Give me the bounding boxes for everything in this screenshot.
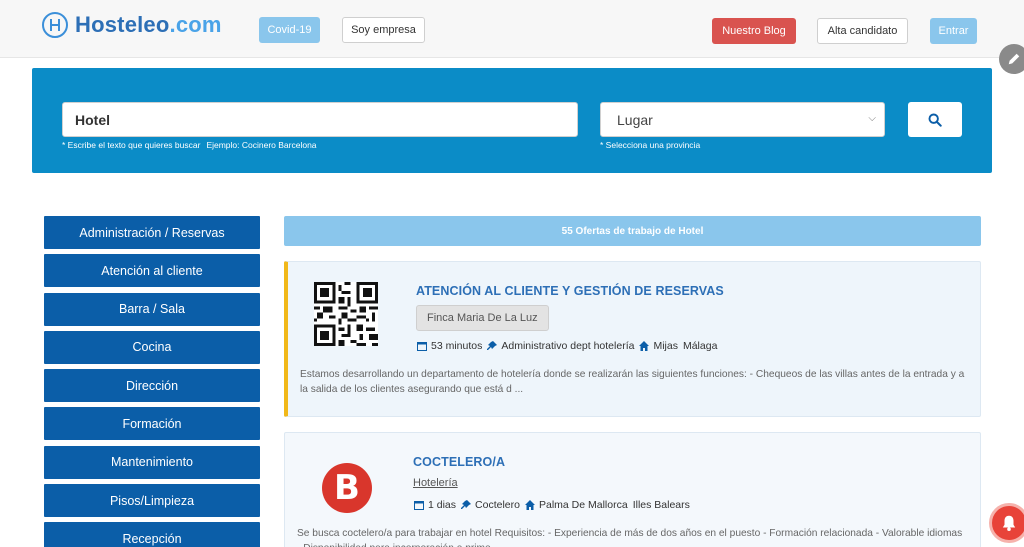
job-time: 1 dias (428, 499, 457, 511)
logo-h-icon (42, 12, 68, 38)
search-hint: * Escribe el texto que quieres buscar Eje… (62, 140, 317, 150)
pin-icon (460, 499, 472, 511)
sidebar-item-administracion[interactable]: Administración / Reservas (44, 216, 260, 249)
search-button[interactable] (908, 102, 962, 137)
sidebar-item-pisos-limpieza[interactable]: Pisos/Limpieza (44, 484, 260, 518)
job-category: Coctelero (475, 499, 520, 511)
sidebar-item-formacion[interactable]: Formación (44, 407, 260, 441)
covid-button[interactable]: Covid-19 (259, 17, 320, 43)
sidebar-item-mantenimiento[interactable]: Mantenimiento (44, 445, 260, 479)
calendar-icon (416, 340, 428, 352)
job-description: Estamos desarrollando un departamento de… (300, 369, 965, 395)
logo-text: Hosteleo.com (75, 12, 222, 37)
location-hint: * Selecciona una provincia (600, 140, 701, 150)
site-logo[interactable]: Hosteleo.com (42, 12, 222, 38)
results-summary: 55 Ofertas de trabajo de Hotel (284, 216, 981, 246)
blog-button[interactable]: Nuestro Blog (712, 18, 796, 44)
job-province: Málaga (682, 340, 718, 352)
job-card[interactable]: ATENCIÓN AL CLIENTE Y GESTIÓN DE RESERVA… (284, 261, 981, 417)
search-input[interactable] (62, 102, 578, 137)
qr-code-icon (314, 282, 378, 346)
location-select[interactable]: Lugar ⌵ (600, 102, 885, 137)
chevron-down-icon: ⌵ (868, 113, 876, 124)
category-sidebar: Administración / Reservas Atención al cl… (44, 216, 260, 547)
sidebar-item-cocina[interactable]: Cocina (44, 330, 260, 364)
calendar-icon (413, 499, 425, 511)
job-description: Se busca coctelero/a para trabajar en ho… (297, 528, 963, 547)
company-badge[interactable]: Finca Maria De La Luz (416, 305, 549, 331)
alta-candidato-button[interactable]: Alta candidato (817, 18, 908, 44)
site-header: Hosteleo.com Covid-19 Soy empresa Nuestr… (0, 0, 1024, 58)
company-link[interactable]: Hotelería (413, 477, 458, 489)
search-panel: * Escribe el texto que quieres buscarEje… (32, 68, 992, 173)
home-icon (524, 499, 536, 511)
sidebar-item-atencion-cliente[interactable]: Atención al cliente (44, 254, 260, 288)
job-card[interactable]: B COCTELERO/A Hotelería 1 dias Coctelero… (284, 432, 981, 547)
job-time: 53 minutos (431, 340, 483, 352)
sidebar-item-barra-sala[interactable]: Barra / Sala (44, 292, 260, 326)
job-city: Mijas (653, 340, 678, 352)
job-meta: 1 dias Coctelero Palma De Mallorca Illes… (413, 499, 690, 511)
job-city: Palma De Mallorca (538, 499, 628, 511)
notification-bell-icon[interactable] (989, 503, 1024, 543)
soy-empresa-button[interactable]: Soy empresa (342, 17, 425, 43)
search-icon (928, 113, 942, 127)
job-meta: 53 minutos Administrativo dept hotelería… (416, 340, 717, 352)
sidebar-item-direccion[interactable]: Dirección (44, 369, 260, 403)
sidebar-item-recepcion[interactable]: Recepción (44, 522, 260, 547)
entrar-button[interactable]: Entrar (930, 18, 977, 44)
home-icon (638, 340, 650, 352)
company-logo: B (322, 463, 372, 513)
edit-pencil-icon[interactable] (999, 44, 1024, 74)
job-title[interactable]: ATENCIÓN AL CLIENTE Y GESTIÓN DE RESERVA… (416, 284, 724, 298)
location-select-value: Lugar (617, 111, 653, 128)
pin-icon (486, 340, 498, 352)
job-province: Illes Balears (632, 499, 690, 511)
job-title[interactable]: COCTELERO/A (413, 455, 505, 469)
job-category: Administrativo dept hotelería (501, 340, 635, 352)
